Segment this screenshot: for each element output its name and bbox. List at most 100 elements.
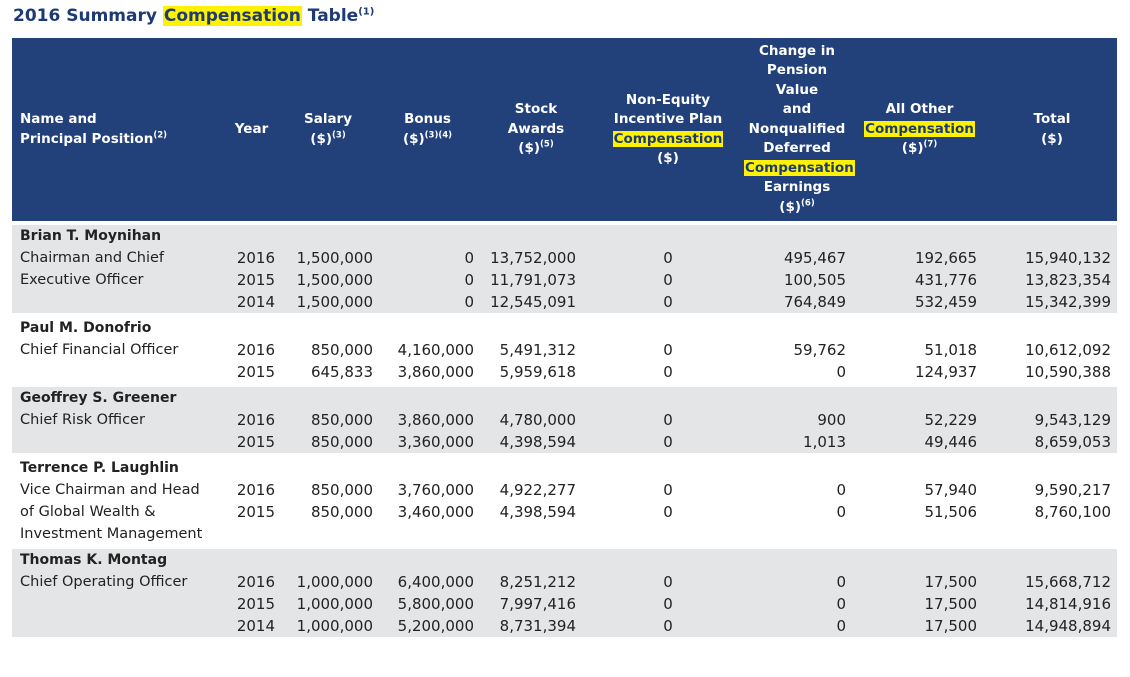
executive-name: Terrence P. Laughlin	[12, 457, 1117, 479]
cell-pension: 900	[742, 409, 852, 431]
cell-nonequity: 0	[594, 501, 742, 523]
cell-nonequity: 0	[594, 431, 742, 453]
cell-nonequity: 0	[594, 571, 742, 593]
cell-other: 49,446	[852, 431, 987, 453]
cell-stock: 5,959,618	[478, 361, 594, 383]
cell-bonus: 0	[377, 269, 478, 291]
cell-salary: 1,000,000	[279, 615, 377, 637]
cell-total: 8,760,100	[987, 501, 1117, 523]
principal-position	[12, 361, 224, 383]
header-row: Name and Principal Position(2) Year Salar…	[12, 38, 1117, 221]
cell-other: 17,500	[852, 571, 987, 593]
cell-total	[987, 523, 1117, 545]
cell-stock: 7,997,416	[478, 593, 594, 615]
executive-group: Paul M. Donofrio Chief Financial Officer 2…	[12, 313, 1117, 383]
table-row: 2014 1,500,000 0 12,545,091 0 764,849 532,459 1…	[12, 291, 1117, 313]
cell-nonequity: 0	[594, 593, 742, 615]
table-header: Name and Principal Position(2) Year Salar…	[12, 38, 1117, 221]
cell-other	[852, 523, 987, 545]
executive-name: Paul M. Donofrio	[12, 317, 1117, 339]
table-row: 2015 1,000,000 5,800,000 7,997,416 0 0 17,500 1…	[12, 593, 1117, 615]
cell-other: 431,776	[852, 269, 987, 291]
cell-salary: 1,500,000	[279, 269, 377, 291]
cell-bonus: 0	[377, 247, 478, 269]
table-row: Vice Chairman and Head 2016 850,000 3,760,0…	[12, 479, 1117, 501]
document-page: 2016 Summary Compensation Table(1) Name …	[0, 0, 1130, 677]
executive-group: Thomas K. Montag Chief Operating Officer 2…	[12, 545, 1117, 637]
col-header-name: Name and Principal Position(2)	[12, 38, 224, 221]
cell-pension: 0	[742, 361, 852, 383]
cell-salary: 1,000,000	[279, 571, 377, 593]
table-row: 2014 1,000,000 5,200,000 8,731,394 0 0 17,500 1…	[12, 615, 1117, 637]
cell-nonequity: 0	[594, 615, 742, 637]
cell-pension: 495,467	[742, 247, 852, 269]
table-row: Chief Financial Officer 2016 850,000 4,160,…	[12, 339, 1117, 361]
cell-other: 17,500	[852, 615, 987, 637]
cell-salary: 850,000	[279, 409, 377, 431]
principal-position: Executive Officer	[12, 269, 224, 291]
cell-year	[224, 523, 279, 545]
cell-bonus: 0	[377, 291, 478, 313]
cell-total: 14,948,894	[987, 615, 1117, 637]
table-row: 2015 850,000 3,360,000 4,398,594 0 1,013 49,44…	[12, 431, 1117, 453]
cell-salary: 1,500,000	[279, 247, 377, 269]
cell-pension: 0	[742, 501, 852, 523]
cell-other: 532,459	[852, 291, 987, 313]
cell-salary: 645,833	[279, 361, 377, 383]
executive-group: Geoffrey S. Greener Chief Risk Officer 201…	[12, 383, 1117, 453]
cell-pension: 59,762	[742, 339, 852, 361]
cell-pension: 0	[742, 479, 852, 501]
executive-name-row: Terrence P. Laughlin	[12, 457, 1117, 479]
table-row: Chief Risk Officer 2016 850,000 3,860,000 4,…	[12, 409, 1117, 431]
cell-total: 13,823,354	[987, 269, 1117, 291]
table-row: Chairman and Chief 2016 1,500,000 0 13,752,0…	[12, 247, 1117, 269]
cell-total: 8,659,053	[987, 431, 1117, 453]
cell-bonus: 3,460,000	[377, 501, 478, 523]
cell-stock: 12,545,091	[478, 291, 594, 313]
cell-salary: 1,000,000	[279, 593, 377, 615]
summary-compensation-table: Name and Principal Position(2) Year Salar…	[12, 38, 1117, 637]
cell-year: 2015	[224, 361, 279, 383]
cell-nonequity: 0	[594, 409, 742, 431]
col-header-non-equity: Non-Equity Incentive Plan Compensation ($)	[594, 38, 742, 221]
cell-bonus: 5,800,000	[377, 593, 478, 615]
principal-position: Chief Operating Officer	[12, 571, 224, 593]
cell-year: 2016	[224, 571, 279, 593]
cell-salary: 850,000	[279, 501, 377, 523]
cell-total: 15,940,132	[987, 247, 1117, 269]
cell-stock: 13,752,000	[478, 247, 594, 269]
cell-pension: 764,849	[742, 291, 852, 313]
cell-other: 124,937	[852, 361, 987, 383]
cell-year: 2015	[224, 593, 279, 615]
executive-group: Brian T. Moynihan Chairman and Chief 2016 1…	[12, 221, 1117, 313]
cell-pension: 0	[742, 571, 852, 593]
cell-other: 57,940	[852, 479, 987, 501]
cell-year: 2015	[224, 269, 279, 291]
cell-bonus: 3,360,000	[377, 431, 478, 453]
cell-year: 2015	[224, 431, 279, 453]
cell-pension: 0	[742, 615, 852, 637]
cell-stock: 4,922,277	[478, 479, 594, 501]
principal-position: Chairman and Chief	[12, 247, 224, 269]
executive-name-row: Paul M. Donofrio	[12, 317, 1117, 339]
cell-total: 10,612,092	[987, 339, 1117, 361]
principal-position: Chief Risk Officer	[12, 409, 224, 431]
cell-stock: 8,731,394	[478, 615, 594, 637]
cell-salary: 1,500,000	[279, 291, 377, 313]
cell-total: 9,543,129	[987, 409, 1117, 431]
executive-name-row: Brian T. Moynihan	[12, 225, 1117, 247]
cell-salary: 850,000	[279, 479, 377, 501]
cell-total: 15,342,399	[987, 291, 1117, 313]
principal-position	[12, 431, 224, 453]
cell-year: 2016	[224, 479, 279, 501]
cell-stock: 4,780,000	[478, 409, 594, 431]
principal-position	[12, 615, 224, 637]
cell-stock: 5,491,312	[478, 339, 594, 361]
col-header-all-other: All Other Compensation ($)(7)	[852, 38, 987, 221]
cell-pension: 1,013	[742, 431, 852, 453]
cell-year: 2014	[224, 291, 279, 313]
cell-bonus	[377, 523, 478, 545]
cell-total: 15,668,712	[987, 571, 1117, 593]
table-title: 2016 Summary Compensation Table(1)	[13, 6, 374, 26]
cell-nonequity: 0	[594, 291, 742, 313]
